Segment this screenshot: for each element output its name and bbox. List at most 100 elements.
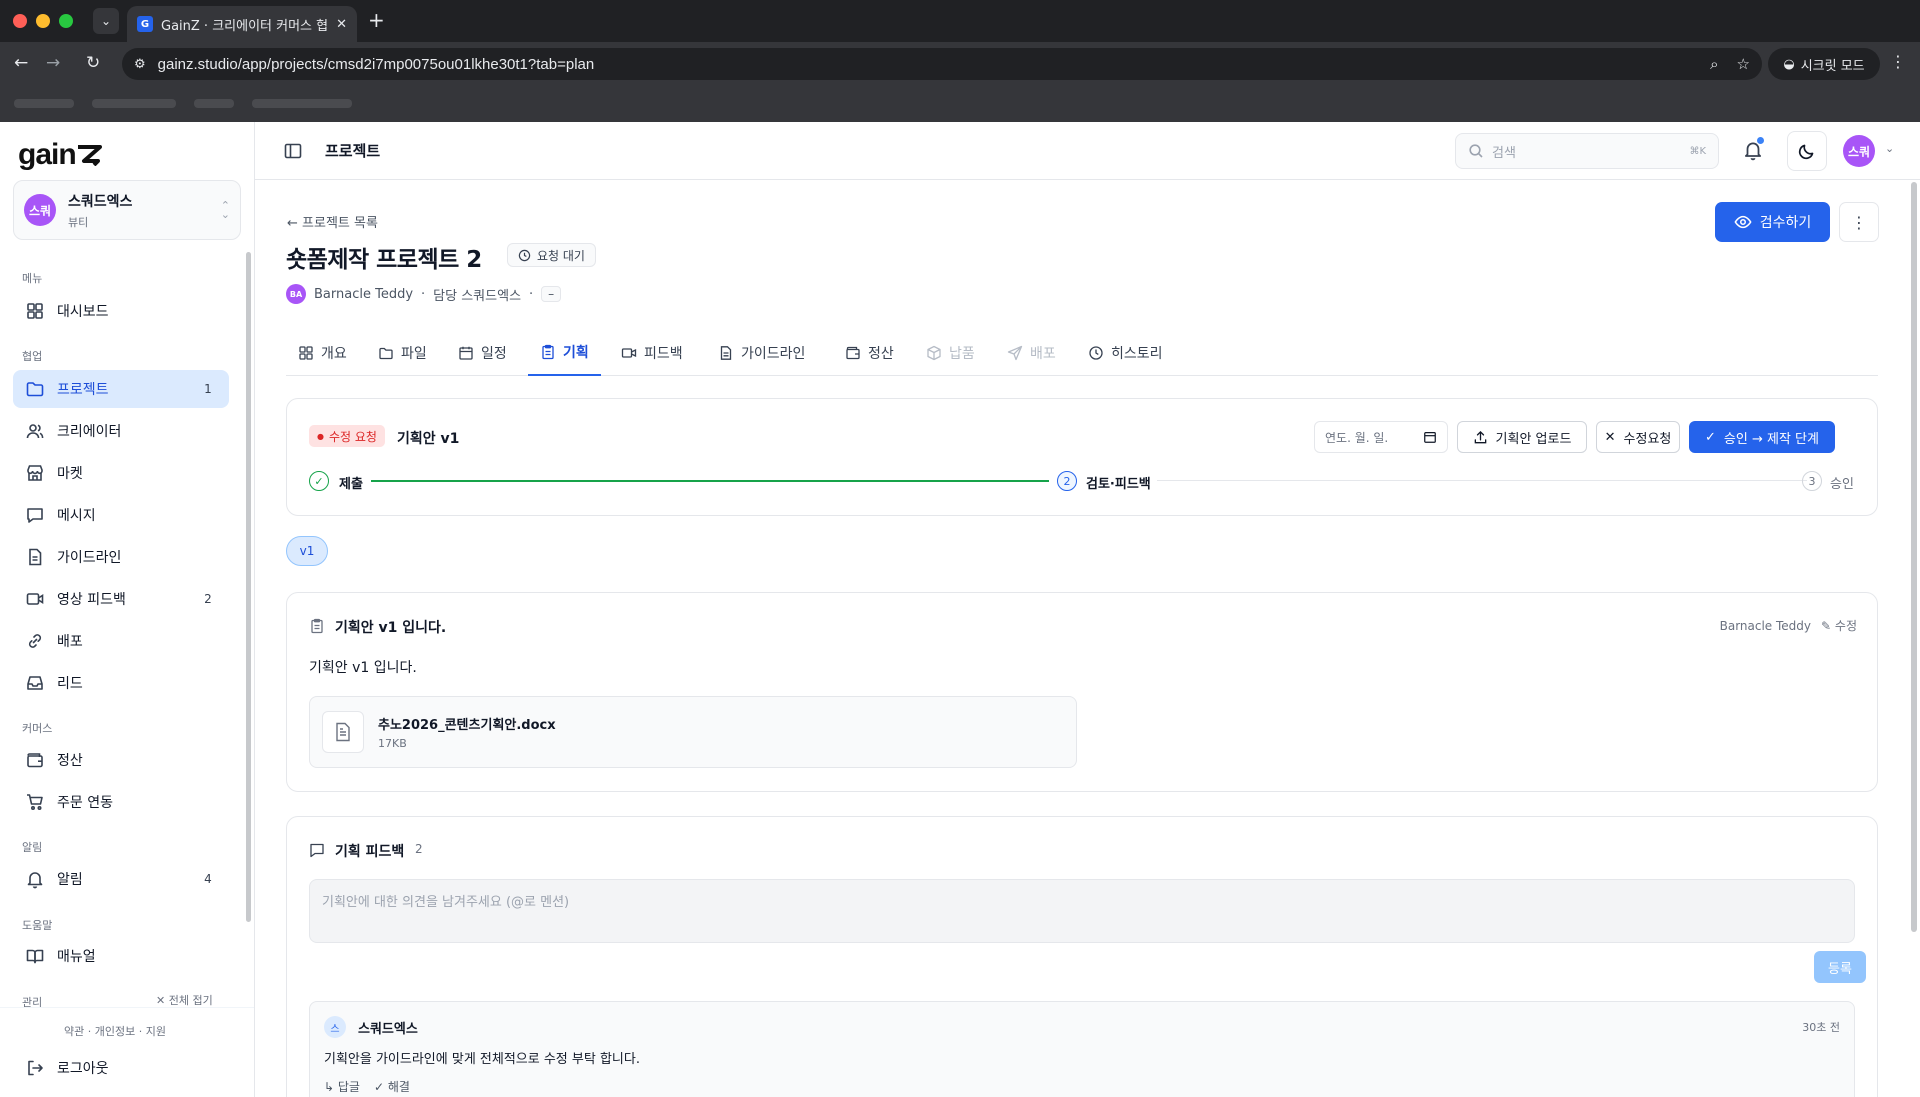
back-arrow-icon[interactable]: ←: [14, 54, 28, 72]
tab-schedule[interactable]: 일정: [446, 330, 519, 376]
sidebar-item-label: 가이드라인: [57, 550, 122, 566]
tab-files[interactable]: 파일: [366, 330, 439, 376]
message-icon: [27, 508, 43, 523]
comment-time: 30초 전: [1802, 1021, 1840, 1034]
collapse-all-button[interactable]: ✕ 전체 접기: [156, 992, 213, 1008]
bookmark-item[interactable]: [14, 99, 74, 108]
search-placeholder: 검색: [1492, 145, 1516, 161]
sidebar-item-notifications[interactable]: 알림 4: [13, 860, 229, 898]
clock-icon: [518, 249, 531, 261]
upload-icon: [1474, 430, 1486, 443]
count-badge: 1: [204, 382, 212, 396]
step-3-indicator: 3: [1802, 471, 1822, 491]
feedback-title: 기획 피드백: [335, 844, 405, 860]
workspace-switcher[interactable]: 스쿼 스쿼드엑스 뷰티 ⌃ ⌄: [13, 180, 241, 240]
edit-document-button[interactable]: ✎ 수정: [1821, 617, 1857, 634]
sidebar-toggle-icon[interactable]: [283, 141, 303, 161]
sidebar-item-guidelines[interactable]: 가이드라인: [13, 538, 229, 576]
sidebar-item-messages[interactable]: 메시지: [13, 496, 229, 534]
creator-avatar: BA: [286, 284, 306, 304]
sidebar-item-video-feedback[interactable]: 영상 피드백 2: [13, 580, 229, 618]
submit-feedback-button[interactable]: 등록: [1814, 951, 1866, 983]
gainz-logo[interactable]: gain: [18, 138, 102, 172]
sidebar: gain 스쿼 스쿼드엑스 뷰티 ⌃ ⌄ 메뉴 대시보드 협업 프로젝트 1 크리…: [0, 122, 255, 1097]
theme-toggle-button[interactable]: [1787, 131, 1827, 171]
comment-author: 스쿼드엑스: [358, 1022, 418, 1037]
bookmark-star-icon[interactable]: ☆: [1737, 55, 1750, 73]
approve-button[interactable]: ✓ 승인 → 제작 단계: [1689, 421, 1835, 453]
tab-plan[interactable]: 기획: [528, 330, 601, 376]
tab-label: 일정: [481, 346, 507, 362]
tab-label: 정산: [868, 346, 894, 362]
sidebar-item-dashboard[interactable]: 대시보드: [13, 292, 229, 330]
sidebar-scrollbar[interactable]: [246, 252, 251, 922]
support-link[interactable]: 지원: [146, 1025, 166, 1038]
tab-close-icon[interactable]: ✕: [336, 17, 347, 32]
search-input[interactable]: 검색 ⌘K: [1455, 133, 1719, 169]
window-close-button[interactable]: [13, 14, 27, 28]
search-icon: [1469, 144, 1483, 158]
upload-plan-button[interactable]: 기획안 업로드: [1457, 421, 1587, 453]
section-label-menu: 메뉴: [22, 272, 43, 285]
bookmark-item[interactable]: [92, 99, 176, 108]
clock-icon: [1089, 346, 1103, 360]
request-revision-button[interactable]: ✕ 수정요청: [1596, 421, 1680, 453]
sidebar-item-market[interactable]: 마켓: [13, 454, 229, 492]
bookmark-item[interactable]: [194, 99, 234, 108]
review-button[interactable]: 검수하기: [1715, 202, 1830, 242]
sidebar-item-order-sync[interactable]: 주문 연동: [13, 783, 229, 821]
main-scrollbar[interactable]: [1911, 182, 1917, 932]
due-date-input[interactable]: 연도. 월. 일.: [1314, 421, 1448, 453]
back-to-projects-link[interactable]: ← 프로젝트 목록: [287, 212, 378, 231]
incognito-icon: ◒: [1783, 56, 1795, 72]
zoom-icon[interactable]: ⌕: [1710, 55, 1718, 73]
edit-label: 수정: [1834, 619, 1857, 633]
tab-search-button[interactable]: ⌄: [93, 8, 119, 34]
new-tab-icon[interactable]: +: [368, 9, 385, 31]
sidebar-item-settlement[interactable]: 정산: [13, 741, 229, 779]
status-label: 요청 대기: [537, 248, 585, 263]
reply-button[interactable]: ↳ 답글: [324, 1078, 360, 1095]
count-badge: 2: [204, 592, 212, 606]
step-connector-done: [371, 480, 1049, 482]
tab-guidelines[interactable]: 가이드라인: [706, 330, 817, 376]
sidebar-item-label: 주문 연동: [57, 795, 113, 811]
window-minimize-button[interactable]: [36, 14, 50, 28]
sidebar-item-leads[interactable]: 리드: [13, 664, 229, 702]
owner-label: 담당 스쿼드엑스: [433, 288, 522, 304]
version-tab-v1[interactable]: v1: [286, 536, 328, 566]
user-avatar[interactable]: 스쿼: [1843, 135, 1875, 167]
sidebar-item-distribution[interactable]: 배포: [13, 622, 229, 660]
site-info-icon[interactable]: ⚙: [134, 57, 146, 72]
address-bar[interactable]: ⚙ gainz.studio/app/projects/cmsd2i7mp007…: [122, 48, 1762, 80]
tab-history[interactable]: 히스토리: [1076, 330, 1175, 376]
browser-tab[interactable]: G GainZ · 크리에이터 커머스 협업 OS ✕: [127, 6, 357, 42]
browser-menu-icon[interactable]: ⋮: [1890, 52, 1906, 71]
logo-text: gain: [18, 138, 77, 171]
send-icon: [1007, 345, 1023, 361]
tab-settlement[interactable]: 정산: [833, 330, 906, 376]
privacy-link[interactable]: 개인정보: [95, 1025, 135, 1038]
terms-link[interactable]: 약관: [64, 1025, 84, 1038]
bookmark-item[interactable]: [252, 99, 352, 108]
sidebar-item-creators[interactable]: 크리에이터: [13, 412, 229, 450]
more-options-button[interactable]: ⋮: [1839, 202, 1879, 242]
sidebar-item-projects[interactable]: 프로젝트 1: [13, 370, 229, 408]
bookmarks-bar: [0, 86, 1920, 122]
window-maximize-button[interactable]: [59, 14, 73, 28]
attachment-file[interactable]: 추노2026_콘텐츠기획안.docx 17KB: [309, 696, 1077, 768]
tab-overview[interactable]: 개요: [286, 330, 359, 376]
chevron-down-icon[interactable]: ⌄: [1885, 142, 1894, 155]
incognito-indicator[interactable]: ◒ 시크릿 모드: [1768, 48, 1880, 80]
tab-feedback[interactable]: 피드백: [609, 330, 695, 376]
logout-button[interactable]: 로그아웃: [13, 1049, 229, 1087]
creator-name[interactable]: Barnacle Teddy: [314, 287, 413, 302]
resolve-button[interactable]: ✓ 해결: [374, 1078, 410, 1095]
feedback-input[interactable]: 기획안에 대한 의견을 남겨주세요 (@로 멘션): [309, 879, 1855, 943]
url-text[interactable]: gainz.studio/app/projects/cmsd2i7mp0075o…: [158, 56, 1692, 73]
forward-arrow-icon[interactable]: →: [46, 54, 60, 72]
sidebar-item-manual[interactable]: 매뉴얼: [13, 937, 229, 975]
reload-icon[interactable]: ↻: [86, 54, 100, 72]
sidebar-item-label: 정산: [57, 753, 83, 769]
resolve-label: 해결: [387, 1080, 410, 1094]
